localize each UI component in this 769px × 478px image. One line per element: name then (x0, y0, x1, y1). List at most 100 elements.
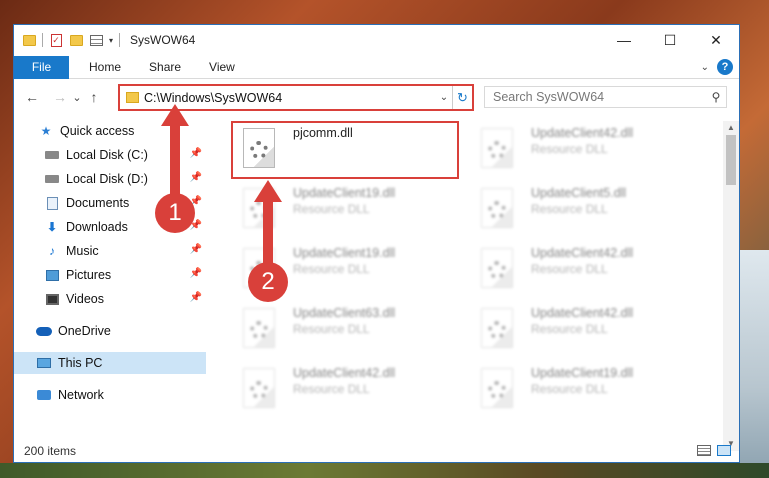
sidebar-item-music[interactable]: ♪ Music 📌 (14, 240, 206, 262)
large-icons-view-icon[interactable] (717, 445, 731, 456)
pin-icon[interactable]: 📌 (190, 244, 202, 255)
maximize-button[interactable]: ☐ (647, 25, 693, 55)
file-type: Resource DLL (531, 262, 608, 276)
search-input[interactable]: Search SysWOW64 (485, 90, 706, 104)
sidebar-item-videos[interactable]: Videos 📌 (14, 288, 206, 310)
documents-icon (44, 196, 60, 210)
sidebar-item-pictures[interactable]: Pictures 📌 (14, 264, 206, 286)
tab-share[interactable]: Share (135, 60, 195, 74)
network-icon (36, 388, 52, 402)
sidebar-item-network[interactable]: Network (14, 384, 206, 406)
window-controls: — ☐ ✕ (601, 25, 739, 55)
this-pc-icon (36, 356, 52, 370)
file-item[interactable]: UpdateClient63.dll Resource DLL (231, 302, 461, 360)
pin-icon[interactable]: 📌 (190, 172, 202, 183)
search-icon[interactable]: ⚲ (706, 90, 726, 104)
back-button[interactable]: ← (22, 89, 42, 105)
sidebar-item-label: Pictures (66, 268, 112, 282)
details-view-icon[interactable] (697, 445, 711, 456)
recent-locations-button[interactable]: ⌄ (70, 91, 84, 104)
file-type: Resource DLL (531, 382, 608, 396)
folder-icon (22, 33, 36, 47)
sidebar-item-label: Music (66, 244, 99, 258)
file-item[interactable]: UpdateClient5.dll Resource DLL (469, 182, 699, 240)
star-icon: ★ (40, 124, 52, 138)
minimize-button[interactable]: — (601, 25, 647, 55)
file-type: Resource DLL (293, 322, 370, 336)
sidebar-item-this-pc[interactable]: This PC (14, 352, 206, 374)
ribbon-right-controls: ⌄ ? (701, 59, 733, 75)
file-item[interactable]: UpdateClient42.dll Resource DLL (469, 302, 699, 360)
callout-arrow-shaft (263, 200, 273, 264)
file-type: Resource DLL (531, 322, 608, 336)
downloads-icon: ⬇ (46, 220, 58, 234)
file-name: UpdateClient19.dll (293, 186, 396, 200)
onedrive-icon (36, 324, 52, 338)
view-options-icon[interactable] (89, 33, 103, 47)
file-item[interactable]: UpdateClient42.dll Resource DLL (469, 242, 699, 300)
file-item[interactable]: UpdateClient42.dll Resource DLL (469, 122, 699, 180)
tab-file[interactable]: File (14, 55, 69, 79)
search-box[interactable]: Search SysWOW64 ⚲ (484, 86, 727, 108)
file-name: UpdateClient42.dll (531, 126, 634, 140)
file-item[interactable]: UpdateClient42.dll Resource DLL (231, 362, 461, 420)
close-button[interactable]: ✕ (693, 25, 739, 55)
sidebar-item-label: Network (58, 388, 104, 402)
scrollbar-thumb[interactable] (726, 135, 736, 185)
tab-view[interactable]: View (195, 60, 249, 74)
refresh-button[interactable]: ↻ (452, 86, 472, 109)
properties-icon[interactable]: ✓ (49, 33, 63, 47)
file-name: UpdateClient42.dll (293, 366, 396, 380)
item-count: 200 items (24, 444, 77, 458)
sidebar-item-label: OneDrive (58, 324, 111, 338)
toolbar-divider (42, 33, 43, 47)
window-title: SysWOW64 (130, 33, 196, 47)
dll-file-icon (481, 248, 513, 288)
up-button[interactable]: ↑ (84, 89, 104, 105)
dll-file-icon (481, 128, 513, 168)
file-name: UpdateClient5.dll (531, 186, 627, 200)
help-icon[interactable]: ? (717, 59, 733, 75)
scroll-up-icon[interactable]: ▲ (723, 121, 739, 135)
callout-arrow-head (254, 180, 282, 202)
file-name: UpdateClient63.dll (293, 306, 396, 320)
dll-file-icon (481, 308, 513, 348)
callout-badge: 1 (155, 193, 195, 233)
expand-ribbon-icon[interactable]: ⌄ (701, 62, 709, 73)
sidebar-item-label: This PC (58, 356, 103, 370)
sidebar-item-label: Quick access (60, 124, 135, 138)
callout-arrow-shaft (170, 124, 180, 196)
address-dropdown-icon[interactable]: ⌄ (436, 92, 452, 103)
callout-badge: 2 (248, 262, 288, 302)
new-folder-icon[interactable] (69, 33, 83, 47)
sidebar-item-onedrive[interactable]: OneDrive (14, 320, 206, 342)
file-type: Resource DLL (531, 202, 608, 216)
file-item[interactable]: UpdateClient19.dll Resource DLL (469, 362, 699, 420)
title-bar: ✓ ▾ SysWOW64 — ☐ ✕ (14, 25, 739, 55)
ribbon-tabs: File Home Share View ⌄ ? (14, 55, 739, 79)
vertical-scrollbar[interactable]: ▲ ▼ (723, 121, 739, 451)
customize-toolbar-icon[interactable]: ▾ (109, 36, 113, 45)
toolbar-divider (119, 33, 121, 47)
callout-arrow-head (161, 104, 189, 126)
dll-file-icon (243, 308, 275, 348)
sidebar-item-label: Local Disk (C:) (66, 148, 148, 162)
file-name: UpdateClient19.dll (531, 366, 634, 380)
music-icon: ♪ (49, 244, 55, 258)
pin-icon[interactable]: 📌 (190, 292, 202, 303)
file-explorer-window: ✓ ▾ SysWOW64 — ☐ ✕ File Home Share View … (13, 24, 740, 463)
tab-home[interactable]: Home (75, 60, 135, 74)
sidebar-item-label: Local Disk (D:) (66, 172, 148, 186)
address-path[interactable]: C:\Windows\SysWOW64 (144, 91, 436, 105)
file-type: Resource DLL (293, 262, 370, 276)
file-name: UpdateClient42.dll (531, 306, 634, 320)
pin-icon[interactable]: 📌 (190, 268, 202, 279)
quick-access-toolbar: ✓ ▾ (22, 33, 121, 47)
sidebar-item-label: Documents (66, 196, 130, 210)
dll-file-icon (481, 368, 513, 408)
pin-icon[interactable]: 📌 (190, 148, 202, 159)
forward-button[interactable]: → (50, 89, 70, 105)
file-highlight-box (231, 121, 459, 179)
sidebar-item-label: Videos (66, 292, 104, 306)
navigation-bar: ← → ⌄ ↑ C:\Windows\SysWOW64 ⌄ ↻ Search S… (14, 82, 739, 112)
